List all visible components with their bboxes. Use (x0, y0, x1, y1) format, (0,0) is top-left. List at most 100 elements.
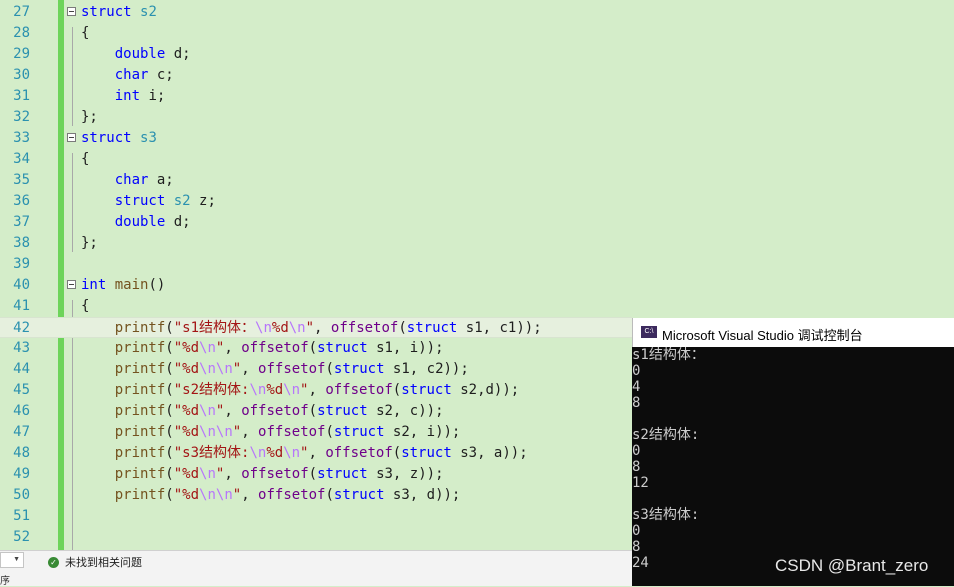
code-token: %d (266, 445, 284, 461)
code-token: \n (249, 382, 267, 398)
code-token: "%d (173, 403, 200, 419)
code-line[interactable]: 29 double d; (0, 44, 954, 65)
code-token: char (114, 172, 149, 188)
zoom-dropdown[interactable]: ▼ (0, 552, 24, 568)
line-number: 38 (13, 235, 30, 251)
code-token: printf (114, 445, 166, 461)
console-line: 24 (632, 555, 649, 571)
chevron-down-icon: ▼ (13, 556, 20, 563)
code-line[interactable]: 42 printf("s1结构体：\n%d\n", offsetof(struc… (0, 317, 632, 338)
issues-indicator[interactable]: ✓ 未找到相关问题 (48, 554, 142, 570)
code-token: "%d (173, 361, 200, 377)
collapse-toggle-icon[interactable] (67, 133, 76, 142)
console-output: s1结构体： 0 4 8 s2结构体: 0 8 12 s3结构体: 0 8 24 (632, 347, 954, 586)
code-token: printf (114, 361, 166, 377)
code-token: main (114, 277, 149, 293)
code-token: "s1结构体： (173, 320, 256, 336)
code-token: \n (199, 403, 216, 419)
code-token: printf (114, 320, 166, 336)
code-token: s1, c1)); (457, 320, 542, 336)
code-token: %d (266, 382, 284, 398)
code-line[interactable]: 32}; (0, 107, 954, 128)
console-title: Microsoft Visual Studio 调试控制台 (662, 328, 863, 343)
line-number: 40 (13, 277, 30, 293)
code-token: ( (392, 382, 402, 398)
code-token: a; (148, 172, 174, 188)
code-token: ( (165, 320, 174, 336)
code-line[interactable]: 40 int main() (0, 275, 954, 296)
debug-console-window[interactable]: C:\ Microsoft Visual Studio 调试控制台 s1结构体：… (632, 318, 954, 586)
console-line: 0 (632, 443, 641, 459)
collapse-toggle-icon[interactable] (67, 280, 76, 289)
code-token: offsetof (325, 445, 393, 461)
code-token: offsetof (241, 466, 309, 482)
code-token: struct (401, 382, 452, 398)
code-token: ( (165, 466, 174, 482)
console-title-bar[interactable]: C:\ Microsoft Visual Studio 调试控制台 (632, 318, 954, 347)
code-token: offsetof (258, 424, 326, 440)
code-line[interactable]: 41 { (0, 296, 954, 317)
code-line[interactable]: 36 struct s2 z; (0, 191, 954, 212)
code-token: printf (114, 340, 166, 356)
code-token: printf (114, 403, 166, 419)
code-token: double (114, 214, 166, 230)
line-number: 29 (13, 46, 30, 62)
console-line: 8 (632, 539, 641, 555)
code-token: , (224, 403, 242, 419)
console-line: s2结构体: (632, 427, 700, 443)
code-line[interactable]: 39 (0, 254, 954, 275)
code-token: z; (190, 193, 216, 209)
code-token: offsetof (258, 361, 326, 377)
code-token: s3, d)); (384, 487, 461, 503)
code-line[interactable]: 27 struct s2 (0, 2, 954, 23)
code-token: struct (333, 424, 385, 440)
code-token: , (308, 382, 326, 398)
code-token: printf (114, 424, 166, 440)
line-number: 36 (13, 193, 30, 209)
code-token: ( (308, 340, 318, 356)
line-number: 49 (13, 466, 30, 482)
line-number: 33 (13, 130, 30, 146)
code-token: s3, z)); (367, 466, 444, 482)
console-line: 8 (632, 395, 641, 411)
code-token: i; (140, 88, 166, 104)
code-token: ( (308, 466, 318, 482)
console-line: s1结构体： (632, 347, 705, 363)
code-token: double (114, 46, 166, 62)
code-text: struct s2 z; (81, 191, 216, 212)
code-line[interactable]: 37 double d; (0, 212, 954, 233)
line-number: 37 (13, 214, 30, 230)
code-text: { (81, 149, 89, 170)
line-number: 51 (13, 508, 30, 524)
line-number: 46 (13, 403, 30, 419)
code-text: int i; (81, 86, 166, 107)
code-token: s2 (173, 193, 191, 209)
code-line[interactable]: 35 char a; (0, 170, 954, 191)
code-token: s2, i)); (384, 424, 461, 440)
code-line[interactable]: 34 { (0, 149, 954, 170)
console-app-icon: C:\ (641, 326, 657, 338)
code-line[interactable]: 38}; (0, 233, 954, 254)
code-token: offsetof (258, 487, 326, 503)
collapse-toggle-icon[interactable] (67, 7, 76, 16)
code-line[interactable]: 28 { (0, 23, 954, 44)
code-text: double d; (81, 212, 191, 233)
code-token: , (241, 361, 259, 377)
code-line[interactable]: 33 struct s3 (0, 128, 954, 149)
line-number: 41 (13, 298, 30, 314)
code-token: \n\n (199, 424, 233, 440)
code-line[interactable]: 31 int i; (0, 86, 954, 107)
code-line[interactable]: 30 char c; (0, 65, 954, 86)
code-token: struct (317, 403, 368, 419)
code-token: \n (249, 445, 267, 461)
console-line: 12 (632, 475, 649, 491)
code-token: ( (308, 403, 318, 419)
line-number: 28 (13, 25, 30, 41)
code-text: { (81, 23, 89, 44)
